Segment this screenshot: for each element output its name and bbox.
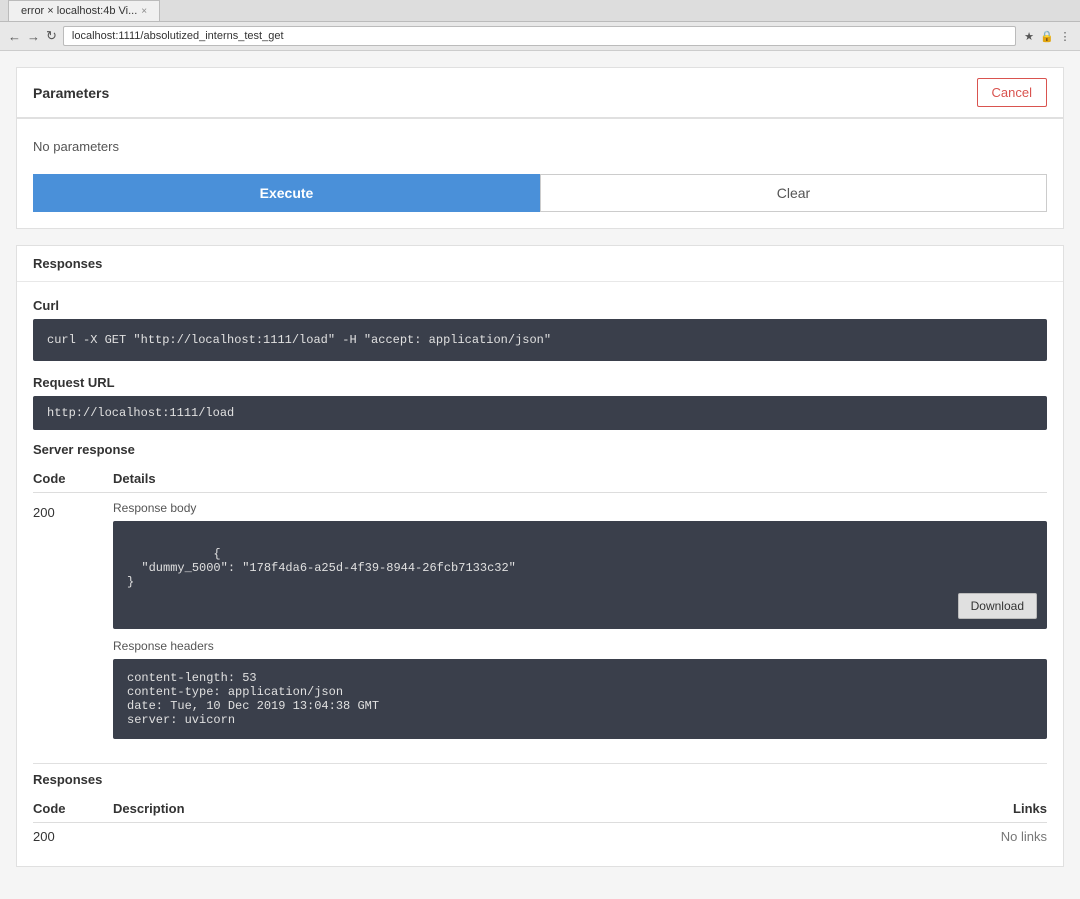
reload-icon[interactable]: ↻ bbox=[46, 28, 57, 44]
bookmark-icon[interactable]: ★ bbox=[1022, 29, 1036, 43]
curl-label: Curl bbox=[33, 298, 1047, 313]
request-url-label: Request URL bbox=[33, 375, 1047, 390]
execute-button[interactable]: Execute bbox=[33, 174, 540, 212]
browser-tab-bar: error × localhost:4b Vi... × bbox=[0, 0, 1080, 22]
response-details-col: Response body { "dummy_5000": "178f4da6-… bbox=[113, 501, 1047, 739]
request-url-block: http://localhost:1111/load bbox=[33, 396, 1047, 430]
response-headers-label: Response headers bbox=[113, 639, 1047, 653]
tab-close-icon[interactable]: × bbox=[141, 6, 147, 17]
browser-action-buttons: ★ 🔒 ⋮ bbox=[1022, 29, 1072, 43]
no-parameters-text: No parameters bbox=[33, 135, 1047, 166]
lock-icon: 🔒 bbox=[1040, 29, 1054, 43]
response-headers-block: content-length: 53 content-type: applica… bbox=[113, 659, 1047, 739]
server-response-label: Server response bbox=[33, 442, 1047, 457]
server-response-table-header: Code Details bbox=[33, 465, 1047, 493]
response-body-content: { "dummy_5000": "178f4da6-a25d-4f39-8944… bbox=[127, 547, 516, 589]
browser-address-bar: ← → ↻ localhost:1111/absolutized_interns… bbox=[0, 22, 1080, 51]
responses-table-section: Responses Code Description Links 200 No … bbox=[33, 763, 1047, 850]
browser-tab[interactable]: error × localhost:4b Vi... × bbox=[8, 0, 160, 21]
response-code-value: 200 bbox=[33, 501, 113, 520]
responses-code-header: Code bbox=[33, 801, 113, 816]
responses-row-links: No links bbox=[967, 829, 1047, 844]
response-table-row: 200 Response body { "dummy_5000": "178f4… bbox=[33, 493, 1047, 747]
responses-row-code: 200 bbox=[33, 829, 113, 844]
parameters-body: No parameters Execute Clear bbox=[17, 119, 1063, 228]
download-button[interactable]: Download bbox=[958, 593, 1037, 619]
response-body-block: { "dummy_5000": "178f4da6-a25d-4f39-8944… bbox=[113, 521, 1047, 629]
parameters-title: Parameters bbox=[33, 85, 109, 101]
clear-button[interactable]: Clear bbox=[540, 174, 1047, 212]
responses-body: Curl curl -X GET "http://localhost:1111/… bbox=[17, 282, 1063, 866]
parameters-section: No parameters Execute Clear bbox=[16, 118, 1064, 229]
tab-title: error × localhost:4b Vi... bbox=[21, 5, 137, 17]
code-column-header: Code bbox=[33, 471, 113, 486]
details-column-header: Details bbox=[113, 471, 1047, 486]
execute-clear-buttons: Execute Clear bbox=[33, 174, 1047, 212]
parameters-header: Parameters Cancel bbox=[16, 67, 1064, 118]
forward-icon[interactable]: → bbox=[27, 29, 40, 44]
cancel-button[interactable]: Cancel bbox=[977, 78, 1047, 107]
back-icon[interactable]: ← bbox=[8, 29, 21, 44]
menu-icon[interactable]: ⋮ bbox=[1058, 29, 1072, 43]
responses-table-row: 200 No links bbox=[33, 823, 1047, 850]
responses-table-label: Responses bbox=[33, 772, 1047, 787]
responses-description-header: Description bbox=[113, 801, 967, 816]
address-input[interactable]: localhost:1111/absolutized_interns_test_… bbox=[63, 26, 1016, 46]
responses-outer-section: Responses Curl curl -X GET "http://local… bbox=[16, 245, 1064, 867]
page-container: Parameters Cancel No parameters Execute … bbox=[0, 51, 1080, 899]
responses-table-header: Code Description Links bbox=[33, 795, 1047, 823]
responses-links-header: Links bbox=[967, 801, 1047, 816]
responses-header: Responses bbox=[17, 246, 1063, 282]
response-body-label: Response body bbox=[113, 501, 1047, 515]
responses-title: Responses bbox=[33, 256, 102, 271]
curl-code-block: curl -X GET "http://localhost:1111/load"… bbox=[33, 319, 1047, 361]
